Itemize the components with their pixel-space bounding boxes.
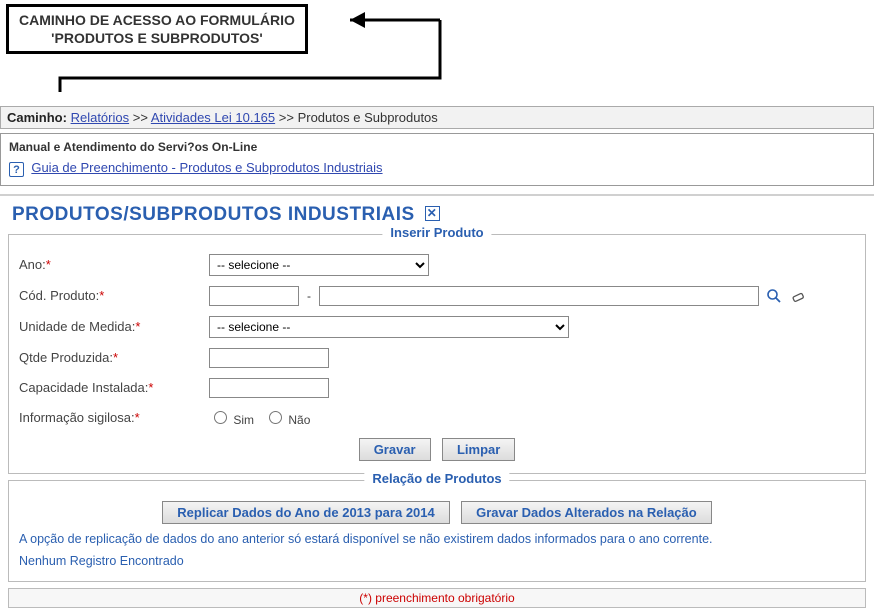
callout-arrow — [0, 0, 500, 100]
capacidade-instalada-label: Capacidade Instalada: — [19, 380, 148, 395]
cod-separator: - — [307, 289, 311, 303]
radio-nao-label[interactable]: Não — [264, 408, 310, 427]
page-title: PRODUTOS/SUBPRODUTOS INDUSTRIAIS — [12, 204, 415, 225]
replicacao-info-text: A opção de replicação de dados do ano an… — [19, 530, 855, 549]
unidade-medida-select[interactable]: -- selecione -- — [209, 316, 569, 338]
required-mark: * — [113, 350, 118, 365]
cod-produto-desc[interactable] — [319, 286, 759, 306]
relacao-produtos-panel: Relação de Produtos Replicar Dados do An… — [8, 480, 866, 583]
required-mark: * — [46, 257, 51, 272]
insert-product-panel: Inserir Produto Ano:* -- selecione -- Có… — [8, 234, 866, 474]
page-title-row: PRODUTOS/SUBPRODUTOS INDUSTRIAIS ✕ — [0, 198, 874, 228]
breadcrumb-link-atividades[interactable]: Atividades Lei 10.165 — [151, 110, 275, 125]
required-mark: * — [148, 380, 153, 395]
required-footer: (*) preenchimento obrigatório — [8, 588, 866, 608]
manual-panel: Manual e Atendimento do Servi?os On-Line… — [0, 133, 874, 185]
breadcrumb-current: Produtos e Subprodutos — [298, 110, 438, 125]
radio-sim[interactable] — [214, 411, 227, 424]
manual-header: Manual e Atendimento do Servi?os On-Line — [9, 140, 865, 154]
breadcrumb-sep1: >> — [133, 110, 148, 125]
info-sigilosa-label: Informação sigilosa: — [19, 410, 135, 425]
limpar-button[interactable]: Limpar — [442, 438, 515, 461]
breadcrumb: Caminho: Relatórios >> Atividades Lei 10… — [0, 106, 874, 129]
breadcrumb-sep2: >> — [279, 110, 294, 125]
cod-produto-label: Cód. Produto: — [19, 288, 99, 303]
required-mark: * — [135, 319, 140, 334]
breadcrumb-link-relatorios[interactable]: Relatórios — [71, 110, 130, 125]
required-mark: * — [99, 288, 104, 303]
radio-sim-label[interactable]: Sim — [209, 408, 254, 427]
qtde-produzida-input[interactable] — [209, 348, 329, 368]
replicar-dados-button[interactable]: Replicar Dados do Ano de 2013 para 2014 — [162, 501, 449, 524]
divider — [0, 194, 874, 196]
capacidade-instalada-input[interactable] — [209, 378, 329, 398]
empty-message: Nenhum Registro Encontrado — [19, 552, 855, 571]
required-mark: * — [135, 410, 140, 425]
ano-label: Ano: — [19, 257, 46, 272]
cod-produto-code[interactable] — [209, 286, 299, 306]
insert-product-legend: Inserir Produto — [382, 225, 491, 240]
relacao-produtos-legend: Relação de Produtos — [364, 471, 509, 486]
search-icon[interactable] — [765, 287, 783, 305]
help-icon[interactable]: ? — [9, 162, 24, 177]
manual-guide-link[interactable]: Guia de Preenchimento - Produtos e Subpr… — [31, 160, 382, 175]
eraser-icon[interactable] — [789, 287, 807, 305]
breadcrumb-label: Caminho: — [7, 110, 67, 125]
radio-nao[interactable] — [269, 411, 282, 424]
gravar-button[interactable]: Gravar — [359, 438, 431, 461]
close-icon[interactable]: ✕ — [425, 206, 440, 221]
gravar-alterados-button[interactable]: Gravar Dados Alterados na Relação — [461, 501, 712, 524]
ano-select[interactable]: -- selecione -- — [209, 254, 429, 276]
qtde-produzida-label: Qtde Produzida: — [19, 350, 113, 365]
unidade-medida-label: Unidade de Medida: — [19, 319, 135, 334]
